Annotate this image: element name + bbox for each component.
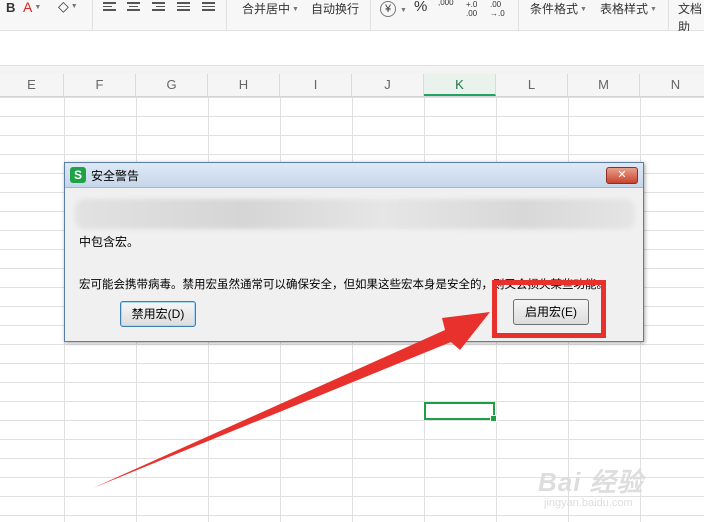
watermark-logo-text: Bai 经验 — [538, 467, 644, 497]
red-arrow-icon — [93, 312, 490, 488]
watermark-url: jingyan.baidu.com — [544, 497, 633, 509]
baidu-watermark: Bai 经验 jingyan.baidu.com — [538, 462, 644, 509]
